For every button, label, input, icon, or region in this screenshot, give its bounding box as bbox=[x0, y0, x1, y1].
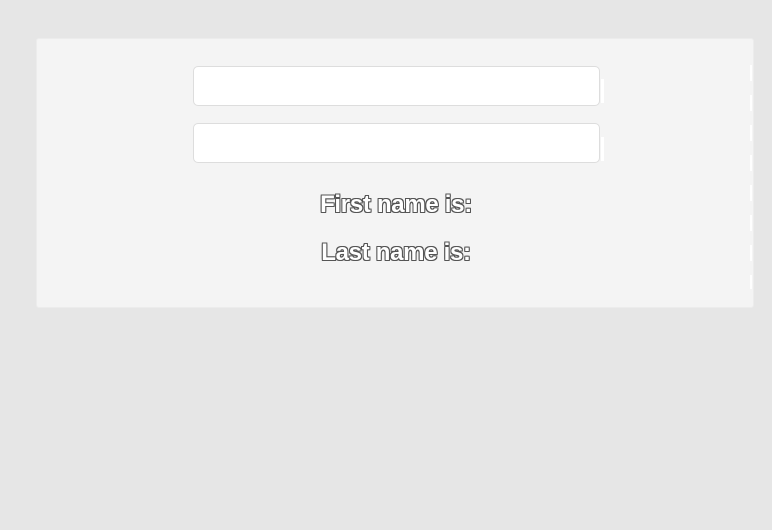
first-name-field-edge bbox=[601, 79, 604, 103]
last-name-output-label: Last name is: bbox=[321, 239, 471, 266]
first-name-input[interactable] bbox=[193, 66, 600, 106]
form-panel: First name is: Last name is: bbox=[36, 38, 754, 308]
last-name-input[interactable] bbox=[193, 123, 600, 163]
last-name-field-edge bbox=[601, 137, 604, 161]
panel-edge-highlight bbox=[750, 65, 752, 289]
page: First name is: Last name is: bbox=[0, 0, 772, 530]
first-name-output-label: First name is: bbox=[320, 191, 472, 218]
